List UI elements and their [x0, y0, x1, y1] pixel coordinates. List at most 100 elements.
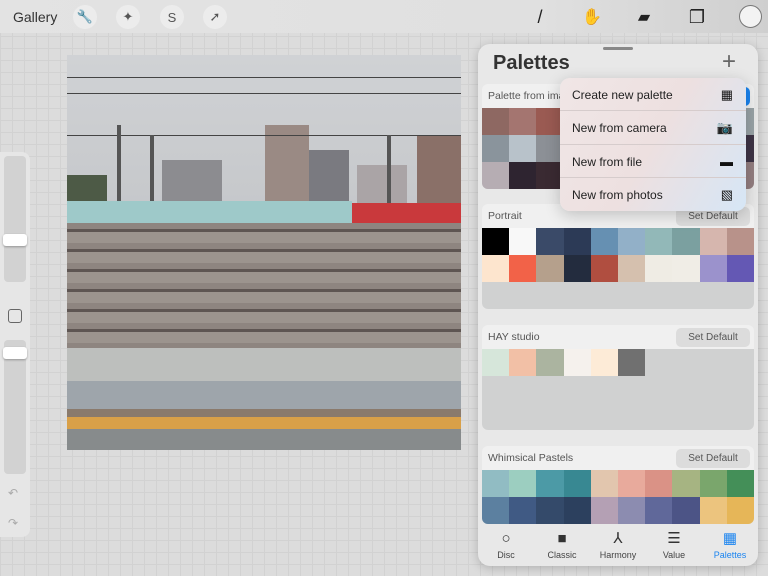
- empty-swatch[interactable]: [645, 349, 672, 376]
- color-swatch[interactable]: [563, 349, 591, 376]
- empty-swatch[interactable]: [672, 282, 699, 309]
- color-swatch[interactable]: [645, 228, 673, 255]
- color-swatch[interactable]: [509, 255, 537, 282]
- empty-swatch[interactable]: [482, 282, 509, 309]
- color-swatch[interactable]: [672, 255, 700, 282]
- set-default-button[interactable]: Set Default: [676, 449, 750, 468]
- color-swatch[interactable]: [699, 255, 727, 282]
- palette-card[interactable]: Portrait Set Default: [482, 204, 754, 309]
- color-swatch[interactable]: [699, 497, 727, 524]
- empty-swatch[interactable]: [727, 403, 754, 430]
- empty-swatch[interactable]: [564, 282, 591, 309]
- empty-swatch[interactable]: [482, 376, 509, 403]
- color-swatch[interactable]: [509, 349, 537, 376]
- color-swatch[interactable]: [482, 470, 510, 497]
- tab-classic[interactable]: ■ Classic: [534, 524, 590, 566]
- color-swatch[interactable]: [482, 497, 510, 524]
- empty-swatch[interactable]: [591, 282, 618, 309]
- menu-item-new-from-camera[interactable]: New from camera 📷: [560, 111, 746, 145]
- tab-palettes[interactable]: ▦ Palettes: [702, 524, 758, 566]
- color-swatch[interactable]: [563, 255, 591, 282]
- color-swatch[interactable]: [536, 255, 564, 282]
- transform-arrow-icon[interactable]: ➚: [203, 5, 227, 29]
- menu-item-new-from-file[interactable]: New from file ▬: [560, 145, 746, 178]
- empty-swatch[interactable]: [645, 376, 672, 403]
- color-swatch[interactable]: [482, 135, 510, 162]
- empty-swatch[interactable]: [672, 376, 699, 403]
- brush-size-slider[interactable]: [3, 156, 27, 282]
- tab-harmony[interactable]: ⅄ Harmony: [590, 524, 646, 566]
- canvas-artwork[interactable]: [67, 55, 461, 450]
- empty-swatch[interactable]: [564, 376, 591, 403]
- undo-icon[interactable]: ↶: [8, 486, 18, 500]
- menu-item-new-from-photos[interactable]: New from photos ▧: [560, 178, 746, 211]
- palette-card[interactable]: Whimsical Pastels Set Default: [482, 446, 754, 524]
- empty-swatch[interactable]: [727, 376, 754, 403]
- color-swatch[interactable]: [536, 470, 564, 497]
- set-default-button[interactable]: Set Default: [676, 328, 750, 347]
- color-swatch[interactable]: [509, 497, 537, 524]
- tab-value[interactable]: ☰ Value: [646, 524, 702, 566]
- slider-handle[interactable]: [3, 347, 27, 359]
- redo-icon[interactable]: ↷: [8, 516, 18, 530]
- drag-handle[interactable]: [603, 47, 633, 50]
- color-swatch[interactable]: [482, 162, 510, 189]
- color-swatch[interactable]: [618, 349, 646, 376]
- color-swatch[interactable]: [618, 228, 646, 255]
- color-swatch[interactable]: [536, 497, 564, 524]
- empty-swatch[interactable]: [509, 403, 536, 430]
- color-swatch[interactable]: [590, 497, 618, 524]
- empty-swatch[interactable]: [536, 282, 563, 309]
- color-picker-button[interactable]: [739, 5, 762, 28]
- modify-button[interactable]: [8, 309, 22, 323]
- layers-icon[interactable]: ❐: [686, 6, 708, 28]
- color-swatch[interactable]: [726, 255, 754, 282]
- tab-disc[interactable]: ○ Disc: [478, 524, 534, 566]
- empty-swatch[interactable]: [536, 376, 563, 403]
- empty-swatch[interactable]: [700, 282, 727, 309]
- opacity-slider[interactable]: [3, 340, 27, 474]
- gallery-button[interactable]: Gallery: [13, 9, 57, 25]
- color-swatch[interactable]: [509, 162, 537, 189]
- empty-swatch[interactable]: [672, 403, 699, 430]
- empty-swatch[interactable]: [536, 403, 563, 430]
- color-swatch[interactable]: [563, 497, 591, 524]
- empty-swatch[interactable]: [509, 376, 536, 403]
- color-swatch[interactable]: [482, 228, 510, 255]
- color-swatch[interactable]: [482, 108, 510, 135]
- menu-item-create-new-palette[interactable]: Create new palette ▦: [560, 78, 746, 112]
- color-swatch[interactable]: [726, 497, 754, 524]
- color-swatch[interactable]: [699, 470, 727, 497]
- color-swatch[interactable]: [645, 255, 673, 282]
- color-swatch[interactable]: [645, 497, 673, 524]
- smudge-icon[interactable]: ✋: [581, 6, 603, 28]
- selection-icon[interactable]: S: [160, 5, 184, 29]
- slider-handle[interactable]: [3, 234, 27, 246]
- color-swatch[interactable]: [618, 497, 646, 524]
- empty-swatch[interactable]: [509, 282, 536, 309]
- color-swatch[interactable]: [672, 228, 700, 255]
- empty-swatch[interactable]: [564, 403, 591, 430]
- color-swatch[interactable]: [618, 255, 646, 282]
- color-swatch[interactable]: [536, 349, 564, 376]
- magic-wand-icon[interactable]: ✦: [116, 5, 140, 29]
- color-swatch[interactable]: [726, 470, 754, 497]
- empty-swatch[interactable]: [700, 349, 727, 376]
- color-swatch[interactable]: [672, 470, 700, 497]
- palette-card[interactable]: HAY studio Set Default: [482, 325, 754, 430]
- empty-swatch[interactable]: [618, 282, 645, 309]
- color-swatch[interactable]: [672, 497, 700, 524]
- empty-swatch[interactable]: [700, 403, 727, 430]
- empty-swatch[interactable]: [591, 403, 618, 430]
- add-palette-button[interactable]: +: [722, 48, 736, 76]
- color-swatch[interactable]: [482, 255, 510, 282]
- color-swatch[interactable]: [590, 349, 618, 376]
- color-swatch[interactable]: [645, 470, 673, 497]
- color-swatch[interactable]: [590, 470, 618, 497]
- color-swatch[interactable]: [563, 228, 591, 255]
- color-swatch[interactable]: [509, 135, 537, 162]
- color-swatch[interactable]: [482, 349, 510, 376]
- color-swatch[interactable]: [509, 228, 537, 255]
- color-swatch[interactable]: [699, 228, 727, 255]
- empty-swatch[interactable]: [645, 403, 672, 430]
